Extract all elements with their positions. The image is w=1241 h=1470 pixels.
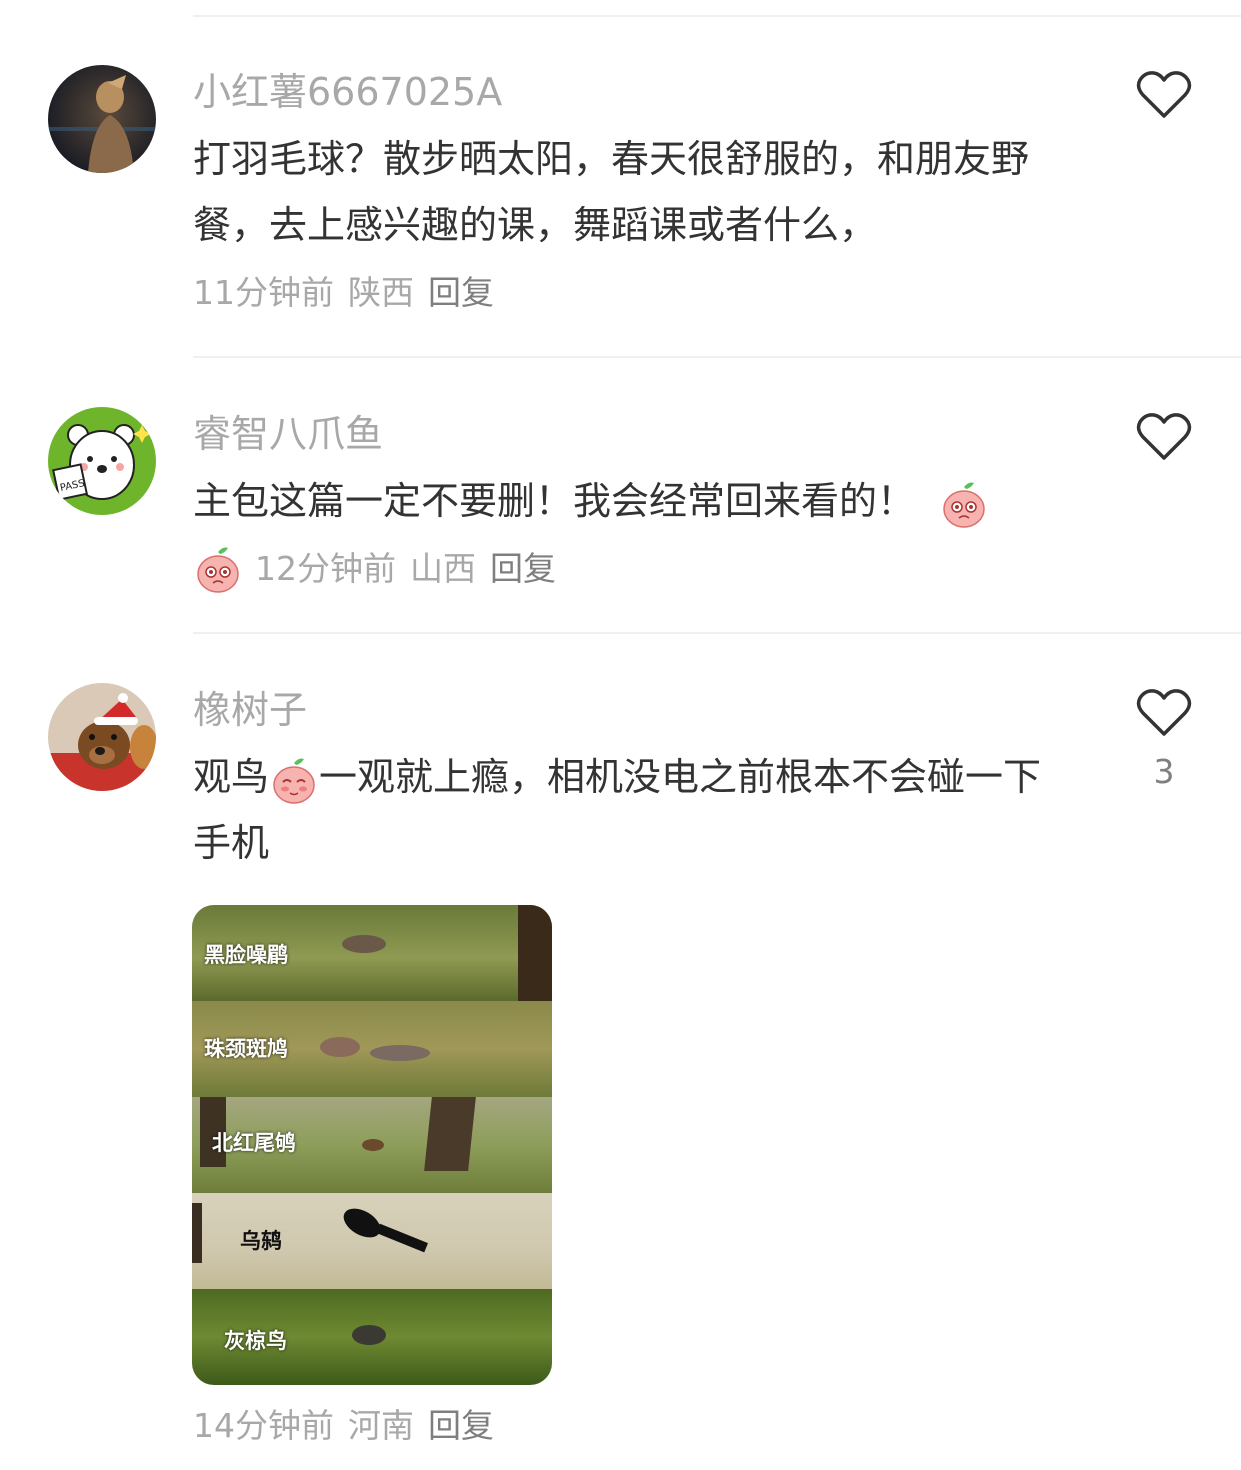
bird-label: 北红尾鸲 (212, 1130, 296, 1155)
photo-strip-4: 乌鸫 (192, 1193, 552, 1289)
reply-button[interactable]: 回复 (428, 1403, 494, 1449)
like-count: 3 (1153, 752, 1175, 791)
user-avatar[interactable] (48, 683, 156, 791)
photo-strip-1: 黑脸噪鹛 (192, 905, 552, 1001)
bird-label: 黑脸噪鹛 (204, 942, 288, 967)
comment-text-part2: 一观就上瘾，相机没电之前根本不会碰一下手机 (193, 755, 1042, 865)
comment-meta: 14分钟前 河南 回复 (193, 1403, 494, 1449)
bird-label: 灰椋鸟 (224, 1328, 287, 1353)
photo-strip-3: 北红尾鸲 (192, 1097, 552, 1193)
comment-text-part1: 观鸟 (193, 755, 270, 799)
timestamp: 14分钟前 (193, 1406, 334, 1445)
bird-label: 珠颈斑鸠 (204, 1036, 288, 1061)
photo-strip-5: 灰椋鸟 (192, 1289, 552, 1385)
shy-peach-emoji-icon (273, 758, 315, 804)
comment-item-3: 橡树子 观鸟 一观就上瘾，相机没电之前根本不会碰一下手机 黑脸噪鹛 珠颈斑鸠 北… (0, 0, 1241, 1470)
region: 河南 (348, 1406, 414, 1445)
comment-text[interactable]: 观鸟 一观就上瘾，相机没电之前根本不会碰一下手机 (193, 744, 1073, 876)
bird-label: 乌鸫 (240, 1228, 282, 1253)
dog-santa-hat-avatar-icon (48, 683, 156, 791)
heart-icon[interactable] (1136, 688, 1192, 738)
username[interactable]: 橡树子 (193, 685, 307, 735)
photo-strip-2: 珠颈斑鸠 (192, 1001, 552, 1097)
bird-photo-collage[interactable]: 黑脸噪鹛 珠颈斑鸠 北红尾鸲 乌鸫 灰椋鸟 (192, 905, 552, 1385)
